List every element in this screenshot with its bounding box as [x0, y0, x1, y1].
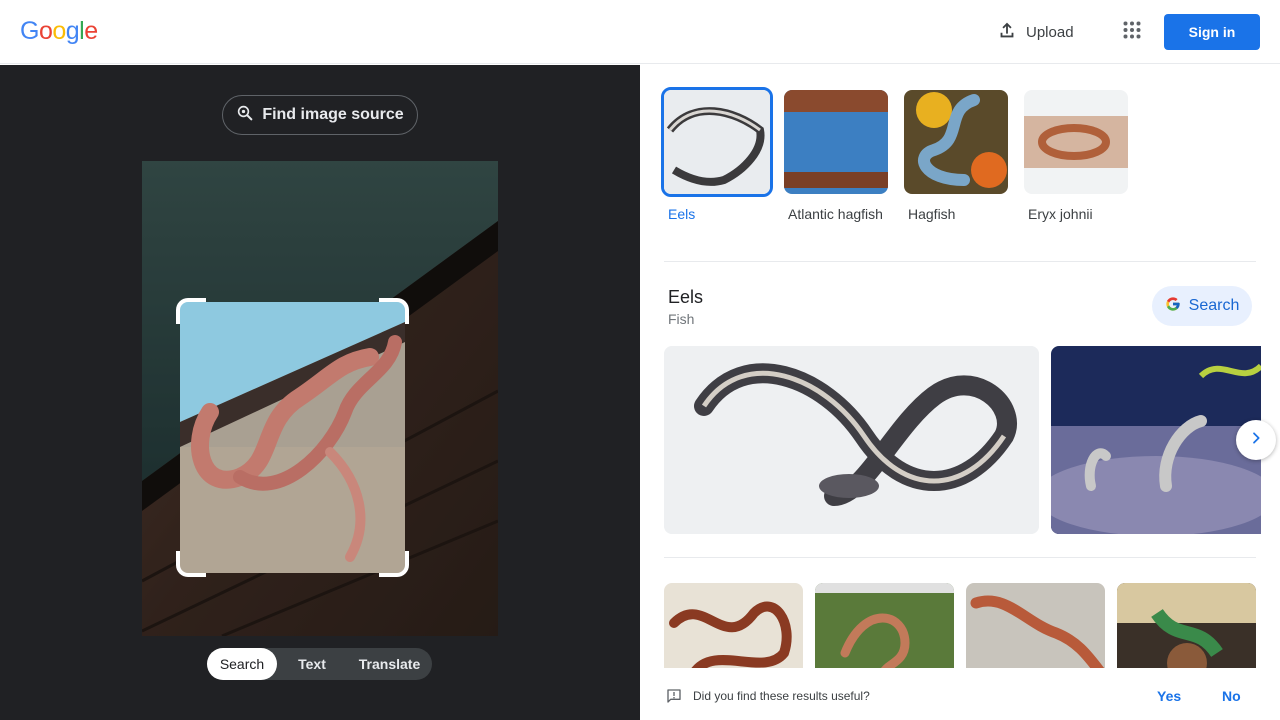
- mode-search-tab[interactable]: Search: [207, 648, 277, 680]
- crop-region[interactable]: [180, 302, 405, 573]
- apps-button[interactable]: [1114, 14, 1150, 50]
- result-image[interactable]: [1051, 346, 1261, 534]
- lens-search-icon: [236, 104, 254, 127]
- related-chip-label: Eels: [668, 206, 696, 222]
- crop-handle-top-left[interactable]: [176, 298, 206, 324]
- related-chip[interactable]: Eels: [661, 87, 773, 224]
- entity-title: Eels: [668, 287, 704, 307]
- entity-search-label: Search: [1188, 297, 1240, 314]
- chip-thumbnail: [784, 90, 888, 194]
- apps-grid-icon: [1123, 21, 1141, 44]
- result-image[interactable]: [664, 346, 1039, 534]
- related-chip[interactable]: Eryx johnii: [1024, 90, 1128, 224]
- feedback-bar: Did you find these results useful? Yes N…: [640, 668, 1280, 720]
- related-chip-label: Eryx johnii: [1028, 206, 1093, 222]
- related-chip[interactable]: Atlantic hagfish: [784, 90, 888, 224]
- upload-icon: [996, 19, 1018, 45]
- mode-translate-tab[interactable]: Translate: [347, 648, 432, 680]
- google-logo[interactable]: Google: [20, 17, 98, 46]
- chip-thumbnail: [1024, 90, 1128, 194]
- carousel-next-button[interactable]: [1236, 420, 1276, 460]
- chip-thumbnail: [904, 90, 1008, 194]
- feedback-icon: [666, 688, 682, 709]
- feedback-question: Did you find these results useful?: [693, 689, 870, 703]
- crop-handle-bottom-left[interactable]: [176, 551, 206, 577]
- find-image-source-label: Find image source: [262, 106, 404, 123]
- query-image-panel: Find image source Search Text Translate: [0, 65, 640, 720]
- related-chips: Eels Atlantic hagfish Hagfish Eryx johni…: [661, 87, 1128, 224]
- chevron-right-icon: [1248, 430, 1264, 451]
- mode-text-tab[interactable]: Text: [277, 648, 347, 680]
- entity-search-button[interactable]: Search: [1152, 286, 1252, 326]
- related-chip-label: Hagfish: [908, 206, 956, 222]
- upload-label: Upload: [1026, 23, 1074, 41]
- related-chip-label: Atlantic hagfish: [788, 206, 883, 222]
- sign-in-button[interactable]: Sign in: [1164, 14, 1260, 50]
- upload-button[interactable]: Upload: [988, 14, 1082, 50]
- chip-thumbnail: [661, 87, 773, 197]
- feedback-yes-button[interactable]: Yes: [1157, 688, 1181, 704]
- crop-handle-top-right[interactable]: [379, 298, 409, 324]
- divider: [664, 261, 1256, 262]
- entity-subtitle: Fish: [668, 311, 695, 327]
- google-g-icon: [1165, 296, 1181, 317]
- feedback-no-button[interactable]: No: [1222, 688, 1241, 704]
- related-chip[interactable]: Hagfish: [904, 90, 1008, 224]
- crop-handle-bottom-right[interactable]: [379, 551, 409, 577]
- results-panel: Eels Atlantic hagfish Hagfish Eryx johni…: [640, 65, 1280, 720]
- divider: [664, 557, 1256, 558]
- find-image-source-button[interactable]: Find image source: [222, 95, 418, 135]
- top-header: Google Upload Sign in: [0, 0, 1280, 64]
- mode-switcher: Search Text Translate: [207, 648, 432, 680]
